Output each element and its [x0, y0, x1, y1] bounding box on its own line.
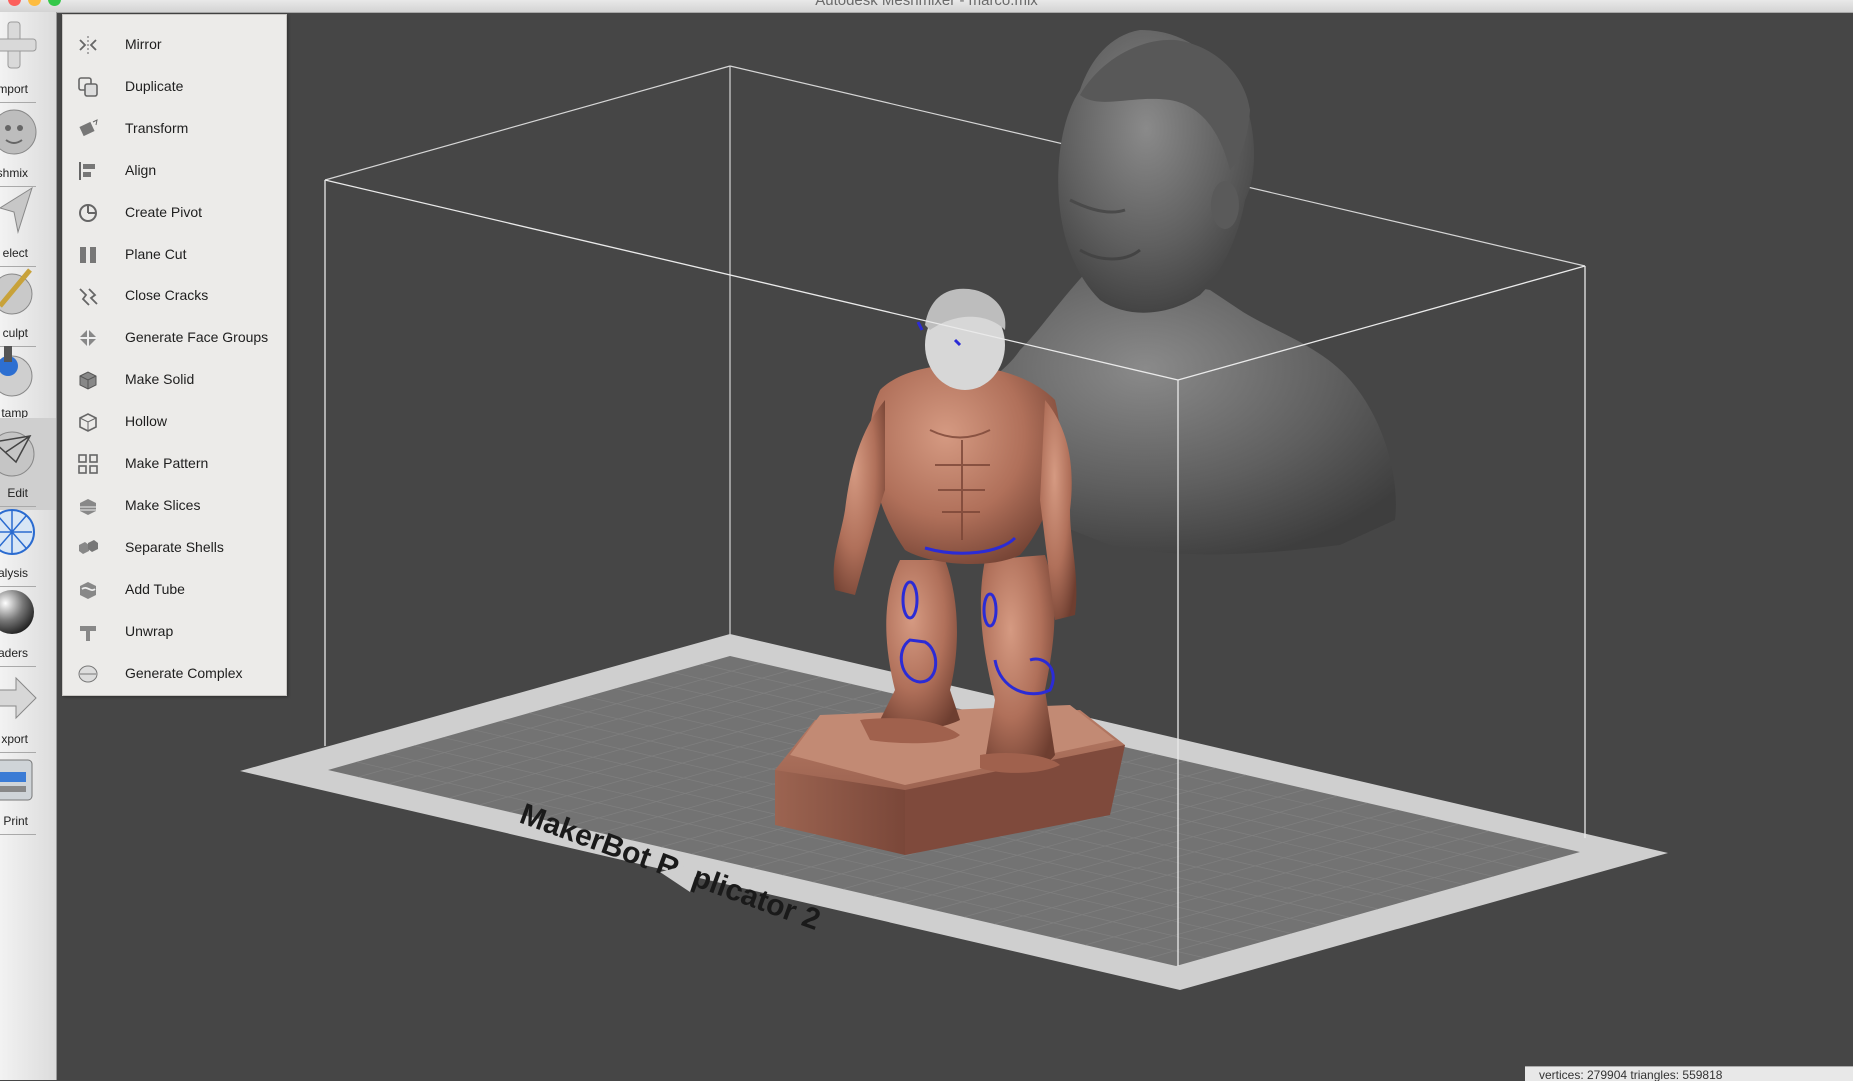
- menu-item-label: Mirror: [125, 36, 162, 52]
- menu-item-label: Hollow: [125, 413, 168, 430]
- complex-icon: [78, 665, 98, 682]
- toolbar-item-mport[interactable]: mport: [0, 14, 56, 106]
- menu-item-mirror[interactable]: Mirror: [63, 23, 286, 65]
- close-cracks-icon: [79, 288, 98, 307]
- toolbar-item-tamp[interactable]: tamp: [0, 338, 56, 430]
- toolbar-item-eshmix[interactable]: eshmix: [0, 98, 56, 190]
- edit-mesh-icon: [0, 422, 40, 480]
- main-toolbar: mport eshmixelectculpttampEditalysis aders…: [0, 12, 57, 1080]
- menu-item-close-cracks[interactable]: Close Cracks: [63, 274, 286, 316]
- edit-menu: Mirror Duplicate Transform Align Create Pivo…: [62, 14, 287, 696]
- menu-item-separate-shells[interactable]: Separate Shells: [63, 526, 286, 568]
- make-solid-icon: [79, 371, 97, 390]
- face-groups-icon: [79, 329, 97, 348]
- menu-item-plane-cut[interactable]: Plane Cut: [63, 233, 286, 275]
- menu-item-duplicate[interactable]: Duplicate: [63, 65, 286, 107]
- menu-item-unwrap[interactable]: Unwrap: [63, 610, 286, 652]
- menu-item-label: Add Tube: [125, 580, 185, 597]
- menu-item-label: Create Pivot: [125, 203, 203, 220]
- separate-shells-icon: [79, 539, 98, 554]
- shader-sphere-icon: [0, 582, 40, 640]
- menu-item-label: Separate Shells: [125, 538, 224, 555]
- tube-icon: [80, 581, 96, 599]
- printer-icon: [0, 750, 40, 808]
- menu-item-make-pattern[interactable]: Make Pattern: [63, 442, 286, 484]
- menu-item-align[interactable]: Align: [63, 149, 286, 191]
- toolbar-item-label: Print: [3, 814, 28, 828]
- menu-item-label: Make Slices: [125, 496, 201, 513]
- menu-item-generate-complex[interactable]: Generate Complex: [63, 652, 286, 694]
- slices-icon: [80, 498, 96, 515]
- toolbar-item-edit[interactable]: Edit: [0, 418, 56, 510]
- mesh-stats: vertices: 279904 triangles: 559818: [1539, 1068, 1723, 1081]
- toolbar-item-label: aders: [0, 646, 28, 660]
- pivot-icon: [79, 203, 97, 222]
- menu-item-label: Transform: [125, 119, 189, 136]
- toolbar-item-print[interactable]: Print: [0, 746, 56, 838]
- menu-item-add-tube[interactable]: Add Tube: [63, 568, 286, 610]
- menu-item-label: Plane Cut: [125, 245, 187, 262]
- menu-item-label: Duplicate: [125, 77, 184, 94]
- menu-item-label: Unwrap: [125, 622, 174, 639]
- arrow-cursor-icon: [0, 182, 40, 240]
- toolbar-item-elect[interactable]: elect: [0, 178, 56, 270]
- hollow-icon: [79, 413, 97, 432]
- mirror-icon: [79, 36, 97, 54]
- menu-item-label: Close Cracks: [125, 287, 209, 304]
- face-sphere-icon: [0, 102, 40, 160]
- unwrap-icon: [80, 625, 96, 641]
- menu-item-make-slices[interactable]: Make Slices: [63, 484, 286, 526]
- menu-item-hollow[interactable]: Hollow: [63, 400, 286, 442]
- sculpt-brush-icon: [0, 262, 40, 320]
- toolbar-item-culpt[interactable]: culpt: [0, 258, 56, 350]
- menu-item-label: Make Pattern: [125, 455, 209, 471]
- export-arrow-icon: [0, 668, 40, 726]
- menu-item-label: Generate Complex: [125, 664, 243, 681]
- pattern-icon: [78, 454, 98, 474]
- window-titlebar: Autodesk Meshmixer - marco.mix: [0, 0, 1853, 13]
- toolbar-item-alysis[interactable]: alysis: [0, 498, 56, 590]
- menu-item-label: Make Solid: [125, 371, 195, 388]
- menu-item-generate-face-groups[interactable]: Generate Face Groups: [63, 316, 286, 358]
- plus-icon: [0, 18, 40, 76]
- transform-icon: [79, 118, 98, 136]
- stamp-icon: [0, 342, 40, 400]
- menu-item-make-solid[interactable]: Make Solid: [63, 358, 286, 400]
- window-title: Autodesk Meshmixer - marco.mix: [815, 0, 1038, 9]
- menu-item-label: Generate Face Groups: [125, 329, 269, 346]
- toolbar-item-label: mport: [0, 82, 28, 96]
- toolbar-separator: [0, 834, 36, 835]
- align-icon: [79, 161, 95, 180]
- menu-item-label: Align: [125, 161, 157, 178]
- duplicate-icon: [78, 77, 98, 97]
- status-bar: vertices: 279904 triangles: 559818: [1525, 1066, 1853, 1081]
- toolbar-item-aders[interactable]: aders: [0, 578, 56, 670]
- analysis-wireframe-icon: [0, 502, 40, 560]
- menu-item-create-pivot[interactable]: Create Pivot: [63, 191, 286, 233]
- toolbar-item-xport[interactable]: xport: [0, 664, 56, 756]
- plane-cut-icon: [80, 246, 96, 263]
- menu-item-transform[interactable]: Transform: [63, 107, 286, 149]
- toolbar-item-label: xport: [1, 732, 28, 746]
